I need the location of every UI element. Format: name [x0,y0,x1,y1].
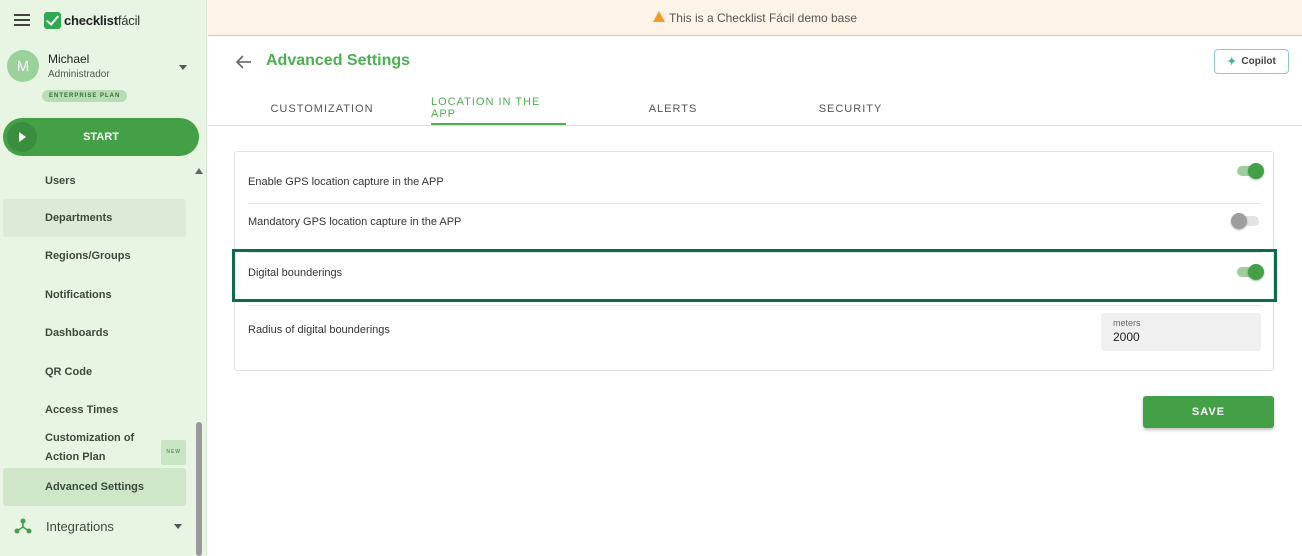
play-icon [7,122,37,152]
banner-text: This is a Checklist Fácil demo base [668,10,858,25]
new-badge: NEW [161,440,186,465]
scroll-thumb[interactable] [196,422,202,556]
avatar: M [7,50,39,82]
setting-label: Enable GPS location capture in the APP [248,176,444,188]
sidebar-item-qr-code[interactable]: QR Code [3,356,186,388]
sidebar-item-regions-groups[interactable]: Regions/Groups [3,240,186,272]
tab-location-in-the-app[interactable]: LOCATION IN THE APP [431,92,566,125]
integrations-icon [14,518,32,534]
sidebar-item-users[interactable]: Users [3,166,186,196]
settings-tabs: CUSTOMIZATION LOCATION IN THE APP ALERTS… [208,92,1302,126]
tab-security[interactable]: SECURITY [818,92,883,125]
tab-customization[interactable]: CUSTOMIZATION [270,92,373,125]
save-button[interactable]: SAVE [1143,396,1274,428]
sidebar-scrollbar[interactable] [193,164,205,556]
logo[interactable]: checklistfácil [44,12,140,29]
plan-badge: ENTERPRISE PLAN [42,90,128,102]
highlight-box [232,249,1277,302]
tab-alerts[interactable]: ALERTS [648,92,698,125]
logo-text-bold: checklist [64,13,118,28]
checkmark-logo-icon [44,12,61,29]
setting-label: Mandatory GPS location capture in the AP… [248,216,462,228]
user-name: Michael [48,52,90,66]
start-button-label: START [83,131,119,143]
gps-capture-toggle[interactable] [1235,162,1265,180]
sidebar: checklistfácil M Michael Administrador E… [0,0,207,556]
page-title: Advanced Settings [266,52,411,69]
demo-banner: This is a Checklist Fácil demo base [208,0,1302,36]
sidebar-item-customization-action-plan[interactable]: Customization of Action Plan NEW [3,430,186,466]
sidebar-item-departments[interactable]: Departments [3,199,186,237]
start-button[interactable]: START [3,118,199,156]
gps-mandatory-toggle[interactable] [1231,212,1261,230]
back-arrow-icon[interactable] [236,55,252,69]
radius-unit-label: meters [1113,318,1141,328]
copilot-button[interactable]: ✦ Copilot [1214,49,1289,74]
chevron-down-icon[interactable] [179,65,187,70]
chevron-down-icon[interactable] [174,524,182,529]
integrations-label: Integrations [46,518,114,534]
copilot-label: Copilot [1241,56,1276,67]
user-menu[interactable]: M Michael Administrador [7,50,197,82]
scroll-up-arrow-icon[interactable] [195,168,203,174]
divider [248,305,1261,306]
sidebar-item-dashboards[interactable]: Dashboards [3,317,186,349]
radius-field[interactable]: meters [1101,313,1261,351]
setting-label: Radius of digital bounderings [248,324,390,336]
setting-row-gps-capture: Enable GPS location capture in the APP [248,162,1261,202]
user-role: Administrador [48,69,110,80]
sidebar-item-advanced-settings[interactable]: Advanced Settings [3,468,186,506]
logo-text-light: fácil [117,13,140,28]
sidebar-item-access-times[interactable]: Access Times [3,394,186,426]
sidebar-item-notifications[interactable]: Notifications [3,279,186,311]
radius-input[interactable] [1113,330,1243,344]
hamburger-menu-icon[interactable] [14,14,30,28]
sparkle-icon: ✦ [1227,56,1237,68]
warning-icon [652,11,665,22]
setting-row-gps-mandatory: Mandatory GPS location capture in the AP… [248,204,1261,240]
sidebar-item-integrations[interactable]: Integrations [14,516,184,536]
